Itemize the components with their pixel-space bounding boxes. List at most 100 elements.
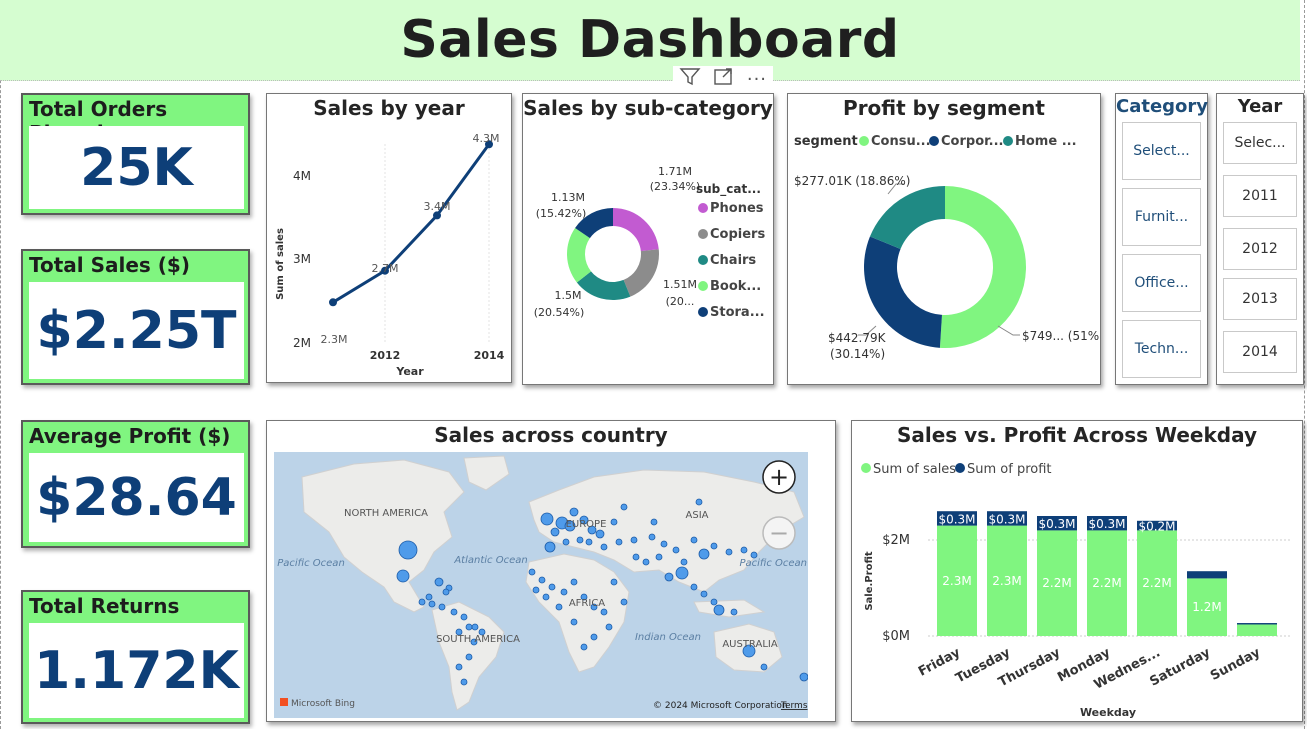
map-bubble[interactable] — [570, 618, 578, 626]
map-bubble[interactable] — [398, 540, 418, 560]
map-bubble[interactable] — [605, 623, 613, 631]
slicer-item-select[interactable]: Selec... — [1223, 122, 1297, 164]
map-bubble[interactable] — [730, 608, 738, 616]
map-bubble[interactable] — [438, 603, 446, 611]
map-bubble[interactable] — [675, 566, 689, 580]
map-bubble[interactable] — [740, 546, 748, 554]
map-bubble[interactable] — [655, 553, 663, 561]
slicer-item-2012[interactable]: 2012 — [1223, 228, 1297, 270]
sales-map-card[interactable]: Sales across country NORTH AMERICA EUROP… — [266, 420, 836, 722]
map-bubble[interactable] — [650, 518, 658, 526]
map-bubble[interactable] — [576, 536, 584, 544]
legend-item[interactable]: Stora... — [710, 305, 765, 320]
bar-sales[interactable] — [1237, 624, 1277, 636]
donut-slice[interactable] — [869, 186, 945, 249]
map-bubble[interactable] — [450, 608, 458, 616]
sales-profit-weekday-card[interactable]: Sales vs. Profit Across Weekday Sum of s… — [851, 420, 1303, 722]
bar-profit[interactable] — [1187, 571, 1227, 579]
map-bubble[interactable] — [585, 538, 593, 546]
map-bubble[interactable] — [590, 633, 598, 641]
map-bubble[interactable] — [460, 613, 468, 621]
map-bubble[interactable] — [664, 572, 674, 582]
map-bubble[interactable] — [760, 663, 768, 671]
map-bubble[interactable] — [455, 663, 463, 671]
map-bubble[interactable] — [600, 608, 608, 616]
map-bubble[interactable] — [610, 518, 618, 526]
map-bubble[interactable] — [600, 543, 608, 551]
map-bubble[interactable] — [695, 498, 703, 506]
legend-item[interactable]: Book... — [710, 279, 761, 294]
map-bubble[interactable] — [620, 503, 628, 511]
data-point[interactable] — [329, 298, 337, 307]
map-bubble[interactable] — [428, 600, 436, 608]
map-bubble[interactable] — [700, 590, 708, 598]
map-bubble[interactable] — [630, 536, 638, 544]
map-bubble[interactable] — [710, 542, 718, 550]
map-bubble[interactable] — [595, 529, 605, 539]
map-bubble[interactable] — [532, 586, 540, 594]
map-bubble[interactable] — [620, 598, 628, 606]
year-slicer[interactable]: Year Selec... 2011 2012 2013 2014 — [1216, 93, 1304, 385]
map-bubble[interactable] — [799, 672, 808, 682]
slicer-item-select[interactable]: Select... — [1122, 122, 1201, 180]
map-bubble[interactable] — [660, 540, 668, 548]
map-bubble[interactable] — [562, 538, 570, 546]
sales-by-subcategory-card[interactable]: Sales by sub-category sub_cat... Phones C… — [522, 93, 774, 385]
map-bubble[interactable] — [540, 512, 554, 526]
slicer-item-technology[interactable]: Techn... — [1122, 320, 1201, 378]
map-bubble[interactable] — [560, 588, 568, 596]
map-bubble[interactable] — [544, 541, 556, 553]
map-bubble[interactable] — [396, 569, 410, 583]
map-bubble[interactable] — [550, 527, 560, 537]
map-bubble[interactable] — [465, 653, 473, 661]
map-bubble[interactable] — [418, 598, 426, 606]
slicer-item-2011[interactable]: 2011 — [1223, 175, 1297, 217]
profit-by-segment-card[interactable]: Profit by segment segment Consu... Corpor… — [787, 93, 1101, 385]
slicer-item-2013[interactable]: 2013 — [1223, 278, 1297, 320]
donut-slice[interactable] — [939, 186, 1027, 348]
map-bubble[interactable] — [672, 546, 680, 554]
map-bubble[interactable] — [713, 604, 725, 616]
slicer-item-office[interactable]: Office... — [1122, 254, 1201, 312]
bar-profit[interactable] — [1237, 623, 1277, 625]
map-bubble[interactable] — [610, 578, 618, 586]
map-terms-link[interactable]: Terms — [780, 701, 808, 711]
legend-item[interactable]: Phones — [710, 201, 764, 216]
map-bubble[interactable] — [570, 578, 578, 586]
map-bubble[interactable] — [471, 623, 479, 631]
legend-item[interactable]: Copiers — [710, 227, 765, 242]
donut-slice[interactable] — [613, 208, 659, 252]
map-bubble[interactable] — [615, 538, 623, 546]
map-bubble[interactable] — [542, 593, 550, 601]
legend-item[interactable]: Sum of sales — [873, 462, 956, 477]
slicer-item-2014[interactable]: 2014 — [1223, 331, 1297, 373]
map-bubble[interactable] — [580, 643, 588, 651]
world-map[interactable]: NORTH AMERICA EUROPE ASIA AFRICA SOUTH A… — [274, 452, 808, 718]
map-bubble[interactable] — [710, 598, 718, 606]
legend-item[interactable]: Consu... — [871, 134, 931, 149]
map-bubble[interactable] — [538, 576, 546, 584]
category-slicer[interactable]: Category Select... Furnit... Office... T… — [1115, 93, 1208, 385]
map-bubble[interactable] — [632, 553, 640, 561]
map-bubble[interactable] — [548, 583, 556, 591]
map-bubble[interactable] — [648, 533, 656, 541]
map-bubble[interactable] — [528, 568, 536, 576]
map-bubble[interactable] — [569, 507, 579, 517]
filter-icon[interactable] — [679, 67, 701, 91]
sales-by-year-card[interactable]: Sales by year Sum of sales Year 4M 3M 2M… — [266, 93, 512, 383]
map-bubble[interactable] — [442, 588, 450, 596]
focus-mode-icon[interactable] — [713, 67, 735, 91]
legend-item[interactable]: Chairs — [710, 253, 756, 268]
map-bubble[interactable] — [690, 536, 698, 544]
map-bubble[interactable] — [690, 583, 698, 591]
legend-item[interactable]: Sum of profit — [967, 462, 1052, 477]
map-bubble[interactable] — [425, 593, 433, 601]
donut-slice[interactable] — [623, 249, 659, 297]
map-bubble[interactable] — [698, 548, 710, 560]
map-bubble[interactable] — [460, 678, 468, 686]
map-bubble[interactable] — [725, 548, 733, 556]
map-bubble[interactable] — [555, 603, 563, 611]
map-bubble[interactable] — [680, 558, 688, 566]
map-bubble[interactable] — [465, 623, 473, 631]
map-bubble[interactable] — [642, 558, 650, 566]
